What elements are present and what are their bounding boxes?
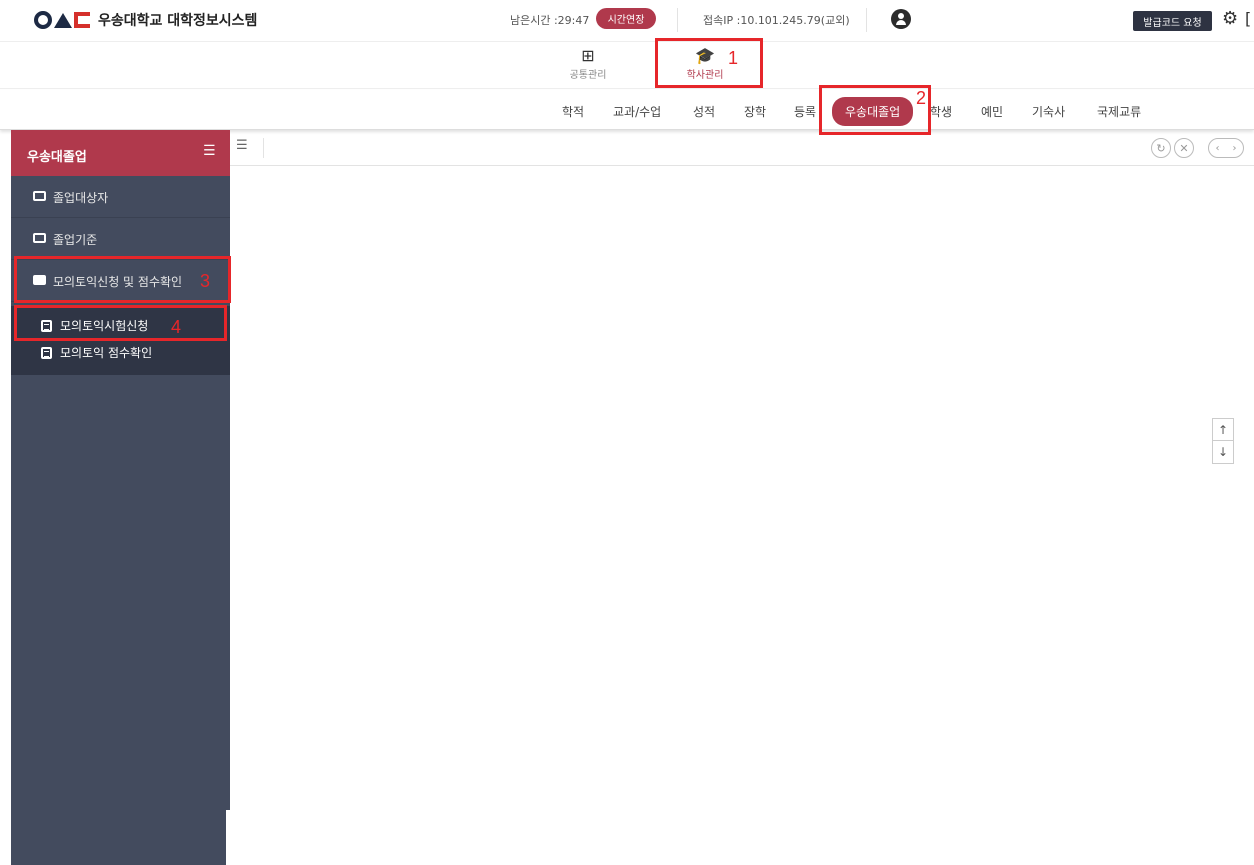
document-icon xyxy=(41,347,52,359)
menu-item[interactable]: 학생 xyxy=(930,103,952,120)
module-common[interactable]: ⊞ 공통관리 xyxy=(553,46,623,81)
menu-item[interactable]: 학적 xyxy=(562,103,584,120)
module-label: 학사관리 xyxy=(686,70,724,81)
module-tabs: ⊞ 공통관리 🎓 학사관리 xyxy=(0,42,1254,89)
menu-item[interactable]: 예민 xyxy=(981,103,1003,120)
collapse-menu-icon[interactable]: ☰ xyxy=(203,143,216,159)
sidebar-title: 우송대졸업 xyxy=(27,150,87,165)
sidebar: 우송대졸업 ☰ 졸업대상자 졸업기준 모의토익신청 및 점수확인 모의토익시험신… xyxy=(11,130,230,865)
top-header: 우송대학교 대학정보시스템 남은시간 :29:47 시간연장 접속IP :10.… xyxy=(0,0,1254,42)
sidebar-header: 우송대졸업 ☰ xyxy=(11,130,230,176)
menu-item[interactable]: 장학 xyxy=(744,103,766,120)
menu-item[interactable]: 성적 xyxy=(693,103,715,120)
folder-icon xyxy=(33,191,46,201)
menu-item[interactable]: 교과/수업 xyxy=(613,103,661,120)
menu-item-active[interactable]: 우송대졸업 xyxy=(832,97,914,126)
module-label: 공통관리 xyxy=(569,70,607,81)
menu-item[interactable]: 기숙사 xyxy=(1032,103,1065,120)
top-menu: 학적 교과/수업 성적 장학 등록 우송대졸업 학생 예민 기숙사 국제교류 xyxy=(0,90,1254,130)
sidebar-gap xyxy=(226,810,231,865)
arrow-up-icon[interactable]: ↑ xyxy=(1213,419,1233,441)
submenu-item-toeic-apply[interactable]: 모의토익시험신청 xyxy=(41,317,148,334)
submenu: 모의토익시험신청 모의토익 점수확인 xyxy=(11,306,230,375)
chevron-right-icon[interactable]: › xyxy=(1233,143,1237,154)
user-icon[interactable] xyxy=(891,9,911,29)
close-all-icon[interactable]: ✕ xyxy=(1174,138,1194,158)
extend-time-button[interactable]: 시간연장 xyxy=(596,8,656,29)
arrow-down-icon[interactable]: ↓ xyxy=(1213,441,1233,463)
module-academic[interactable]: 🎓 학사관리 xyxy=(670,46,740,81)
scroll-control: ↑ ↓ xyxy=(1212,418,1234,464)
tab-nav-arrows[interactable]: ‹ › xyxy=(1208,138,1244,158)
sidebar-item-graduation-target[interactable]: 졸업대상자 xyxy=(11,176,230,218)
grid-icon: ⊞ xyxy=(581,46,595,65)
menu-item[interactable]: 국제교류 xyxy=(1097,103,1141,120)
logo-mark xyxy=(34,11,90,29)
session-timer: 남은시간 :29:47 xyxy=(510,14,590,27)
folder-icon xyxy=(33,233,46,243)
list-icon[interactable]: ☰ xyxy=(236,138,264,158)
bracket-icon[interactable]: [ xyxy=(1245,9,1251,29)
divider xyxy=(677,8,678,32)
ip-address: 접속IP :10.101.245.79(교외) xyxy=(703,14,850,27)
folder-open-icon xyxy=(33,275,46,285)
submenu-label: 모의토익시험신청 xyxy=(60,319,149,333)
menu-item[interactable]: 등록 xyxy=(794,103,816,120)
logo-text: 우송대학교 대학정보시스템 xyxy=(98,13,258,29)
sidebar-item-label: 졸업대상자 xyxy=(53,191,109,205)
sidebar-item-graduation-criteria[interactable]: 졸업기준 xyxy=(11,218,230,260)
submenu-label: 모의토익 점수확인 xyxy=(60,346,153,360)
submenu-item-toeic-score[interactable]: 모의토익 점수확인 xyxy=(41,344,152,361)
issue-code-button[interactable]: 발급코드 요청 xyxy=(1133,11,1212,31)
divider xyxy=(866,8,867,32)
chevron-left-icon[interactable]: ‹ xyxy=(1216,143,1220,154)
sidebar-item-label: 모의토익신청 및 점수확인 xyxy=(53,275,183,289)
refresh-icon[interactable]: ↻ xyxy=(1151,138,1171,158)
gear-icon[interactable]: ⚙ xyxy=(1222,9,1238,29)
content-tab-strip: ☰ ↻ ✕ ‹ › xyxy=(230,130,1254,166)
document-icon xyxy=(41,320,52,332)
sidebar-item-mock-toeic[interactable]: 모의토익신청 및 점수확인 xyxy=(11,260,230,302)
logo[interactable]: 우송대학교 대학정보시스템 xyxy=(34,10,257,30)
graduation-cap-icon: 🎓 xyxy=(695,46,715,65)
sidebar-item-label: 졸업기준 xyxy=(53,233,98,247)
